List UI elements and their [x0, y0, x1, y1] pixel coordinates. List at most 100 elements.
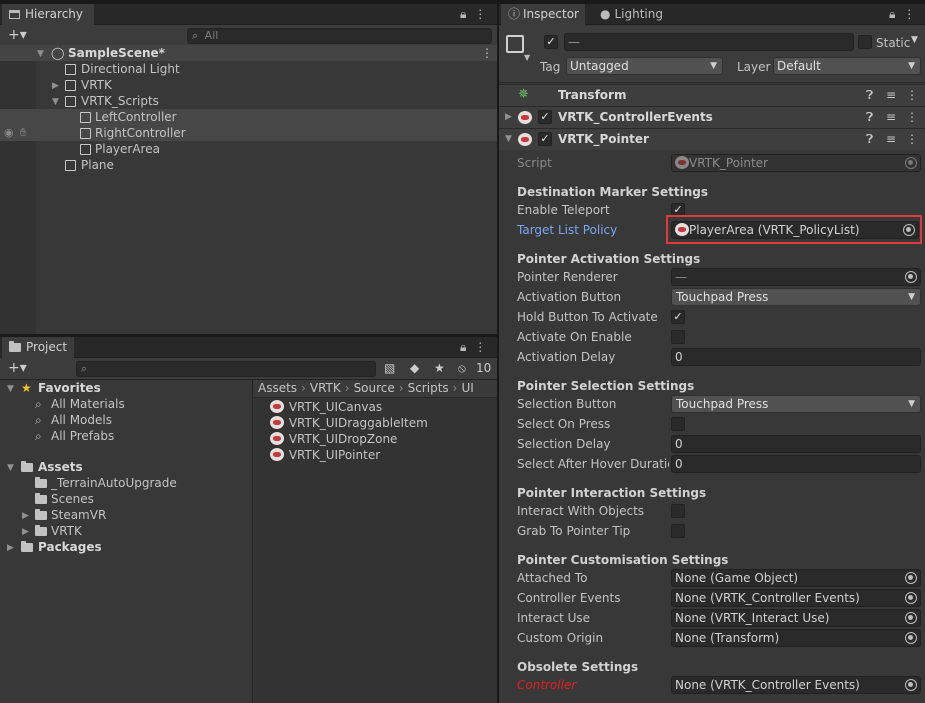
chevron-down-icon[interactable]: ▼ — [524, 53, 530, 62]
grab-to-pointer-tip-checkbox[interactable] — [671, 524, 685, 538]
object-picker-icon[interactable] — [905, 632, 917, 644]
transform-component-header[interactable]: ✵ Transform ❓︎ ≡ ⋮ — [499, 84, 925, 106]
lighting-tab[interactable]: ● Lighting — [600, 4, 663, 25]
file-item[interactable]: VRTK_UICanvas — [270, 399, 382, 415]
attached-to-field[interactable]: None (Game Object) — [671, 569, 921, 587]
scene-menu-icon[interactable]: ⋮ — [481, 45, 493, 61]
hierarchy-tab[interactable]: Hierarchy — [2, 4, 94, 26]
expand-arrow-icon[interactable]: ▼ — [7, 460, 14, 476]
activation-button-dropdown[interactable]: Touchpad Press ▼ — [671, 288, 921, 306]
filter-by-type-icon[interactable]: ▧ — [384, 358, 395, 379]
favorite-item[interactable]: ⌕ All Models — [0, 412, 253, 428]
more-options-icon[interactable]: ⋮ — [906, 129, 918, 150]
object-name-field[interactable]: — — [564, 33, 854, 51]
file-item[interactable]: VRTK_UIPointer — [270, 447, 380, 463]
folder-item[interactable]: _TerrainAutoUpgrade — [0, 475, 253, 491]
selection-delay-input[interactable]: 0 — [671, 435, 921, 453]
hierarchy-item[interactable]: PlayerArea — [0, 141, 497, 157]
interact-use-field[interactable]: None (VRTK_Interact Use) — [671, 609, 921, 627]
expand-arrow-icon[interactable]: ▼ — [52, 94, 59, 110]
favorite-star-icon[interactable]: ★ — [434, 358, 445, 379]
expand-arrow-icon[interactable]: ▼ — [7, 381, 14, 397]
hold-button-checkbox[interactable]: ✓ — [671, 310, 685, 324]
expand-arrow-icon[interactable]: ▼ — [37, 46, 44, 62]
select-after-hover-input[interactable]: 0 — [671, 455, 921, 473]
static-checkbox[interactable] — [858, 35, 872, 49]
breadcrumb-item[interactable]: Assets — [258, 381, 297, 395]
expand-arrow-icon[interactable]: ▶ — [7, 540, 14, 556]
more-options-icon[interactable]: ⋮ — [903, 7, 915, 21]
hierarchy-item[interactable]: ▼ VRTK_Scripts — [0, 93, 497, 109]
preset-sliders-icon[interactable]: ≡ — [886, 107, 896, 128]
breadcrumb-item[interactable]: Source — [354, 381, 395, 395]
project-search-input[interactable]: ⌕ — [76, 361, 376, 377]
folder-item[interactable]: ▶ SteamVR — [0, 507, 253, 523]
select-on-press-checkbox[interactable] — [671, 417, 685, 431]
custom-origin-field[interactable]: None (Transform) — [671, 629, 921, 647]
controller-events-component-header[interactable]: ▶ ✓ VRTK_ControllerEvents ❓︎ ≡ ⋮ — [499, 106, 925, 128]
pointer-component-header[interactable]: ▼ ✓ VRTK_Pointer ❓︎ ≡ ⋮ — [499, 128, 925, 150]
object-picker-icon[interactable] — [905, 271, 917, 283]
more-options-icon[interactable]: ⋮ — [906, 85, 918, 106]
add-button[interactable]: +▾ — [8, 358, 27, 379]
help-icon[interactable]: ❓︎ — [866, 107, 873, 128]
object-picker-icon[interactable] — [903, 224, 915, 236]
more-options-icon[interactable]: ⋮ — [474, 340, 486, 354]
packages-row[interactable]: ▶ Packages — [0, 539, 253, 555]
help-icon[interactable]: ❓︎ — [866, 85, 873, 106]
layer-dropdown[interactable]: Default ▼ — [773, 57, 921, 75]
hierarchy-item-selected[interactable]: ◉ ✋︎ RightController — [0, 125, 497, 141]
breadcrumb-item[interactable]: Scripts — [408, 381, 449, 395]
pointer-renderer-field[interactable]: — — [671, 268, 921, 286]
object-picker-icon[interactable] — [905, 592, 917, 604]
expand-arrow-icon[interactable]: ▶ — [22, 524, 29, 540]
inspector-tab[interactable]: ⓘ Inspector — [501, 4, 585, 26]
favorite-item[interactable]: ⌕ All Prefabs — [0, 428, 253, 444]
favorite-item[interactable]: ⌕ All Materials — [0, 396, 253, 412]
project-tab[interactable]: Project — [2, 337, 74, 359]
component-enabled-checkbox[interactable]: ✓ — [538, 132, 552, 146]
expand-arrow-icon[interactable]: ▶ — [22, 508, 29, 524]
expand-arrow-icon[interactable]: ▶ — [52, 78, 59, 94]
selection-button-dropdown[interactable]: Touchpad Press ▼ — [671, 395, 921, 413]
activate-on-enable-checkbox[interactable] — [671, 330, 685, 344]
target-list-policy-field[interactable]: PlayerArea (VRTK_PolicyList) — [671, 221, 919, 239]
help-icon[interactable]: ❓︎ — [866, 129, 873, 150]
static-label[interactable]: Static — [876, 34, 910, 52]
expand-arrow-icon[interactable]: ▼ — [505, 129, 512, 150]
file-item[interactable]: VRTK_UIDraggableItem — [270, 415, 428, 431]
breadcrumb-item[interactable]: VRTK — [310, 381, 341, 395]
pickable-hand-icon[interactable]: ✋︎ — [20, 125, 26, 141]
scene-row[interactable]: ▼ ◯ SampleScene* ⋮ — [0, 45, 497, 61]
object-picker-icon[interactable] — [905, 572, 917, 584]
lock-icon[interactable]: 🔒︎ — [460, 7, 466, 21]
hierarchy-item-selected[interactable]: LeftController — [0, 109, 497, 125]
object-picker-icon[interactable] — [905, 612, 917, 624]
component-enabled-checkbox[interactable]: ✓ — [538, 110, 552, 124]
add-button[interactable]: +▾ — [8, 25, 27, 46]
gameobject-cube-icon[interactable] — [506, 35, 524, 53]
file-item[interactable]: VRTK_UIDropZone — [270, 431, 397, 447]
favorites-row[interactable]: ▼ ★ Favorites — [0, 380, 253, 396]
hierarchy-item[interactable]: Directional Light — [0, 61, 497, 77]
object-picker-icon[interactable] — [905, 679, 917, 691]
hierarchy-item[interactable]: ▶ VRTK — [0, 77, 497, 93]
lock-icon[interactable]: 🔒︎ — [889, 7, 895, 21]
activation-delay-input[interactable]: 0 — [671, 348, 921, 366]
folder-item[interactable]: ▶ VRTK — [0, 523, 253, 539]
static-dropdown-caret-icon[interactable]: ▼ — [911, 35, 918, 45]
hierarchy-search-input[interactable]: ⌕ All — [187, 28, 492, 44]
folder-item[interactable]: Scenes — [0, 491, 253, 507]
preset-sliders-icon[interactable]: ≡ — [886, 129, 896, 150]
active-checkbox[interactable]: ✓ — [544, 35, 558, 49]
expand-arrow-icon[interactable]: ▶ — [505, 107, 512, 128]
assets-row[interactable]: ▼ Assets — [0, 459, 253, 475]
lock-icon[interactable]: 🔒︎ — [460, 340, 466, 354]
more-options-icon[interactable]: ⋮ — [474, 7, 486, 21]
controller-field[interactable]: None (VRTK_Controller Events) — [671, 676, 921, 694]
hierarchy-item[interactable]: Plane — [0, 157, 497, 173]
breadcrumb-item[interactable]: UI — [461, 381, 473, 395]
preset-sliders-icon[interactable]: ≡ — [886, 85, 896, 106]
tag-dropdown[interactable]: Untagged ▼ — [566, 57, 723, 75]
hidden-packages-icon[interactable]: ⦸ — [458, 358, 466, 379]
